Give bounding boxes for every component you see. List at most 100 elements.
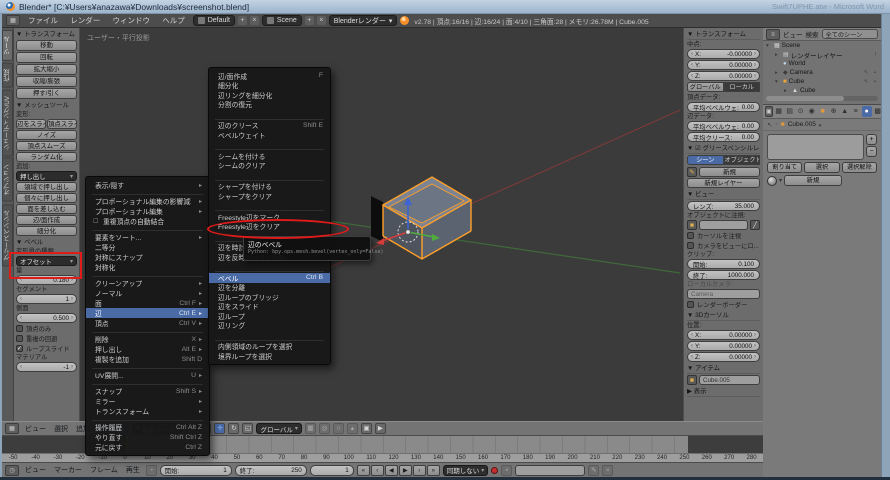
tool-button[interactable]: 移動 (16, 40, 77, 51)
menu-item[interactable]: 辺のクリース Shift E (209, 121, 330, 131)
value-slider[interactable]: ‹ Y: 0.00000 › (687, 341, 760, 351)
tool-button[interactable]: 頂点スライド (47, 119, 77, 129)
keying-set-field[interactable] (515, 465, 585, 476)
view3d-menu-item[interactable]: ビュー (22, 423, 49, 435)
properties-tab-icon[interactable]: ⊕ (829, 106, 839, 117)
material-sphere-icon[interactable] (767, 176, 777, 186)
menu-item[interactable]: 二等分 (86, 242, 209, 252)
npanel-display-header[interactable]: ▶ 表示 (687, 387, 760, 397)
properties-tab-icon[interactable]: ● (862, 106, 872, 117)
tool-button[interactable]: ランダム化 (16, 152, 77, 162)
slider-left-arrow-icon[interactable]: ‹ (691, 51, 693, 57)
tool-button[interactable]: 頂点スムーズ (16, 141, 77, 151)
value-slider[interactable]: ‹ Z: 0.00000 › (687, 71, 760, 81)
keying-set-icon[interactable]: ⚬ (501, 465, 512, 476)
menu-item[interactable]: ☐ 重複頂点の自動結合 (86, 216, 209, 226)
back-icon[interactable]: ↖ (767, 121, 772, 129)
menu-item[interactable] (215, 263, 324, 273)
timeline-menu-item[interactable]: 再生 (123, 464, 143, 476)
menu-item[interactable]: シャープをクリア (209, 191, 330, 201)
frame-start-slider[interactable]: 開始: 1 (160, 465, 232, 476)
expand-arrow-icon[interactable]: ▸ (775, 52, 781, 58)
properties-tab-icon[interactable]: ■ (818, 106, 828, 117)
slider-left-arrow-icon[interactable]: ‹ (691, 332, 693, 338)
checkbox-icon[interactable] (16, 335, 23, 342)
outliner-view-menu[interactable]: ビュー (783, 29, 803, 39)
material-button[interactable]: 選択解除 (842, 162, 877, 173)
manipulator-scale-icon[interactable]: ◱ (242, 423, 253, 434)
properties-tab-icon[interactable]: ⊙ (796, 106, 806, 117)
tool-button[interactable]: ノイズ (16, 130, 77, 140)
visibility-icons[interactable]: ↖ ▪ (864, 79, 878, 85)
menu-item[interactable]: 操作履歴 Ctrl Alt Z (86, 422, 209, 432)
tool-button[interactable]: 領域で押し出し (16, 182, 77, 192)
menu-item[interactable]: 複製を追加 Shift D (86, 354, 209, 364)
tool-button[interactable]: 個々に押し出し (16, 193, 77, 203)
info-menu-item[interactable]: ウィンドウ (107, 16, 155, 25)
value-slider[interactable]: 平均クリース: 0.00 (687, 132, 760, 142)
info-menu-item[interactable]: ファイル (23, 16, 63, 25)
slider-left-arrow-icon[interactable]: ‹ (691, 343, 693, 349)
menu-item[interactable]: 辺/面作成 F (209, 71, 330, 81)
slider-right-arrow-icon[interactable]: › (754, 354, 756, 360)
info-menu-item[interactable]: ヘルプ (157, 16, 190, 25)
menu-item[interactable]: 辺を分離 (209, 283, 330, 293)
slider-left-arrow-icon[interactable]: ‹ (691, 73, 693, 79)
checkbox-row[interactable]: 頂点のみ (16, 324, 77, 333)
outliner-editor-type-icon[interactable]: ≡ (766, 29, 780, 40)
outliner-row[interactable]: ● World (763, 59, 881, 68)
value-slider[interactable]: 平均ベベルウェ: 0.00 (687, 121, 760, 131)
material-button[interactable]: 選択 (804, 162, 839, 173)
toolshelf-tab[interactable]: ツール (2, 30, 13, 61)
manipulator-translate-icon[interactable]: ✛ (214, 423, 225, 434)
checkbox-icon[interactable] (687, 242, 694, 249)
tool-button[interactable]: 押す/引く (16, 88, 77, 99)
slider-right-arrow-icon[interactable]: › (71, 296, 73, 302)
menu-item[interactable] (92, 381, 203, 385)
menu-item[interactable]: ミラー ▸ (86, 396, 209, 406)
visibility-icons[interactable]: ↖ ▪ (864, 70, 878, 76)
menu-item[interactable]: 境界ループを選択 (209, 351, 330, 361)
menu-item[interactable] (215, 110, 324, 120)
toolshelf-tab[interactable]: 作成 (2, 63, 13, 88)
menu-item[interactable]: 削除 X ▸ (86, 334, 209, 344)
clock-icon[interactable]: ◔ (146, 465, 157, 476)
menu-item[interactable]: シャープを付ける (209, 182, 330, 192)
playback-button[interactable]: › (413, 465, 426, 476)
menu-item[interactable]: プロポーショナル編集 ▸ (86, 206, 209, 216)
slider-left-arrow-icon[interactable]: ‹ (20, 277, 22, 283)
menu-item[interactable]: シームを付ける (209, 151, 330, 161)
proportional-edit-icon[interactable]: ◎ (319, 423, 330, 434)
panel-header-transform[interactable]: ▼ トランスフォーム (16, 30, 77, 40)
playback-button[interactable]: « (357, 465, 370, 476)
value-slider[interactable]: ‹ X: 0.00000 › (687, 330, 760, 340)
menu-item[interactable] (92, 365, 203, 369)
frame-end-slider[interactable]: 終了: 250 (235, 465, 307, 476)
sync-dropdown[interactable]: 同期しない ▾ (443, 465, 489, 476)
checkbox-row[interactable]: 重複の回避 (16, 334, 77, 343)
outliner-row[interactable]: ▸ ▲ Cube (763, 86, 881, 95)
slider-right-arrow-icon[interactable]: › (754, 51, 756, 57)
tool-button[interactable]: 収縮/膨張 (16, 76, 77, 87)
menu-item[interactable]: 辺 Ctrl E ▸ (86, 308, 209, 318)
toggle-button[interactable]: グローバル (687, 82, 724, 92)
tool-button[interactable]: 細分化 (16, 226, 77, 236)
properties-tab-icon[interactable]: ▤ (785, 106, 795, 117)
properties-tab-icon[interactable]: ▲ (840, 106, 850, 117)
properties-editor-type-icon[interactable]: ▣ (765, 106, 773, 117)
menu-item[interactable]: トランスフォーム ▸ (86, 406, 209, 416)
toolshelf-tab[interactable]: シェーディング/UV (2, 90, 13, 157)
tool-button[interactable]: 回転 (16, 52, 77, 63)
checkbox-icon[interactable] (16, 325, 23, 332)
menu-item[interactable]: 要素をソート... ▸ (86, 232, 209, 242)
timeline-menu-item[interactable]: ビュー (22, 464, 49, 476)
pin-icon[interactable]: ◦ (775, 121, 777, 128)
expand-arrow-icon[interactable]: ▸ (775, 70, 781, 76)
value-slider[interactable]: ‹ Y: 0.00000 › (687, 60, 760, 70)
slider-right-arrow-icon[interactable]: › (71, 277, 73, 283)
layout-add-button[interactable]: + (238, 16, 247, 25)
timeline-menu-item[interactable]: マーカー (51, 464, 85, 476)
panel-header-bevel[interactable]: ▼ ベベル (16, 238, 77, 248)
layout-delete-button[interactable]: × (250, 16, 259, 25)
npanel-view-header[interactable]: ▼ ビュー (687, 190, 760, 200)
